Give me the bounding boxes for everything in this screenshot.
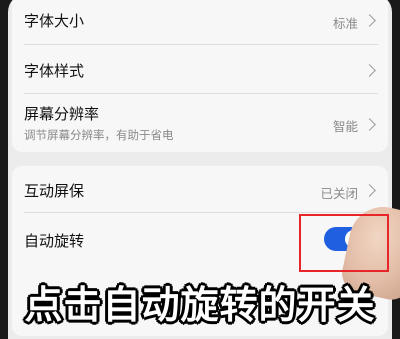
screen-resolution-label: 屏幕分辨率 xyxy=(24,105,100,123)
interactive-screensaver-row[interactable]: 互动屏保 已关闭 xyxy=(12,166,388,212)
screen-resolution-value: 智能 xyxy=(332,119,358,134)
chevron-right-icon xyxy=(363,184,376,197)
font-size-label: 字体大小 xyxy=(24,12,85,30)
caption-text: 点击自动旋转的开关 xyxy=(24,283,376,327)
font-style-label: 字体样式 xyxy=(24,62,85,80)
highlight-box xyxy=(299,214,389,272)
interactive-screensaver-value: 已关闭 xyxy=(320,186,358,201)
chevron-right-icon xyxy=(363,118,376,131)
font-style-row[interactable]: 字体样式 xyxy=(12,45,388,93)
font-size-row[interactable]: 字体大小 标准 xyxy=(12,0,388,44)
display-settings-group: 字体大小 标准 字体样式 屏幕分辨率 调节屏幕分辨率，有助于省电 智能 xyxy=(12,0,388,152)
auto-rotate-label: 自动旋转 xyxy=(24,232,85,250)
screen-resolution-subtitle: 调节屏幕分辨率，有助于省电 xyxy=(24,128,174,142)
interactive-screensaver-label: 互动屏保 xyxy=(24,182,85,200)
chevron-right-icon xyxy=(363,14,376,27)
screen-resolution-row[interactable]: 屏幕分辨率 调节屏幕分辨率，有助于省电 智能 xyxy=(12,94,388,152)
font-size-value: 标准 xyxy=(332,16,358,31)
chevron-right-icon xyxy=(363,64,376,77)
